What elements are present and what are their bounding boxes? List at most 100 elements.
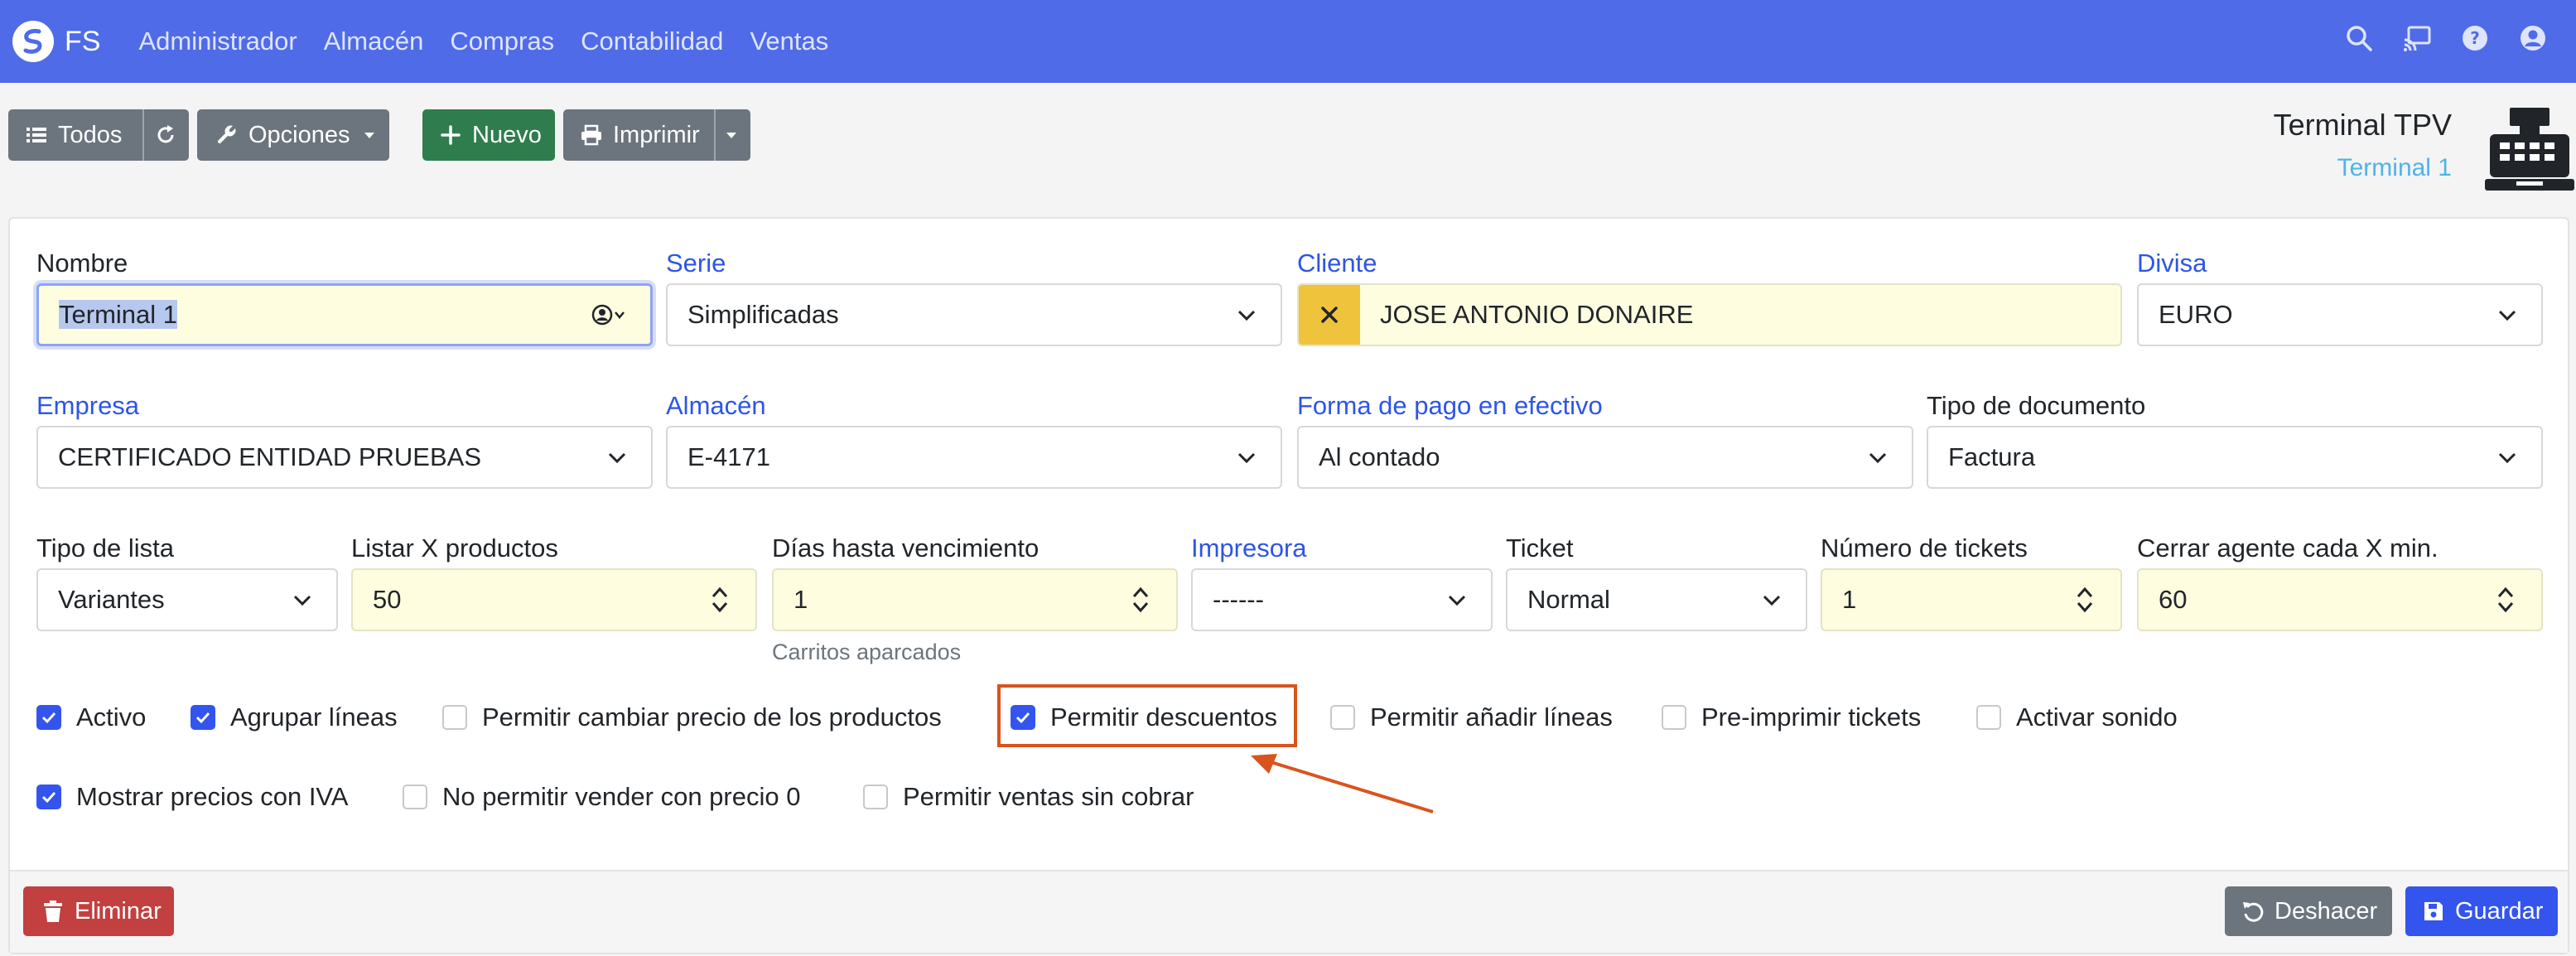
cliente-field[interactable]: JOSE ANTONIO DONAIRE [1297, 283, 2122, 346]
trash-icon [44, 900, 62, 922]
print-button[interactable]: Imprimir [563, 109, 750, 161]
tipo-documento-value: Factura [1948, 442, 2036, 471]
divisa-select[interactable]: EURO [2137, 283, 2543, 346]
delete-label: Eliminar [75, 897, 162, 925]
undo-button[interactable]: Deshacer [2225, 886, 2392, 936]
checkbox-unchecked[interactable] [863, 785, 888, 809]
permitir-ventas-sin-cobrar-checkbox[interactable]: Permitir ventas sin cobrar [863, 782, 1194, 812]
no-permitir-precio-cero-label: No permitir vender con precio 0 [442, 782, 801, 811]
checkbox-checked[interactable] [36, 785, 61, 809]
search-icon[interactable] [2341, 20, 2377, 56]
logo-icon [12, 21, 54, 62]
user-icon[interactable] [2515, 20, 2551, 56]
checkbox-unchecked[interactable] [1662, 705, 1686, 730]
checkbox-unchecked[interactable] [1976, 705, 2001, 730]
agrupar-lineas-label: Agrupar líneas [230, 703, 398, 731]
empresa-select[interactable]: CERTIFICADO ENTIDAD PRUEBAS [36, 426, 653, 489]
empresa-label[interactable]: Empresa [36, 391, 139, 421]
undo-icon [2243, 902, 2264, 922]
checkbox-checked[interactable] [191, 705, 215, 730]
cerrar-agente-input[interactable]: 60 [2137, 568, 2543, 631]
page-subtitle[interactable]: Terminal 1 [2337, 154, 2452, 182]
listar-productos-label: Listar X productos [351, 534, 558, 562]
new-button[interactable]: Nuevo [422, 109, 555, 161]
cast-icon[interactable] [2399, 20, 2435, 56]
menu-contabilidad[interactable]: Contabilidad [581, 27, 723, 56]
almacen-select[interactable]: E-4171 [666, 426, 1282, 489]
tipo-documento-select[interactable]: Factura [1927, 426, 2543, 489]
caret-down-icon [364, 133, 374, 138]
impresora-select[interactable]: ------ [1191, 568, 1493, 631]
autofill-contact-icon[interactable] [591, 302, 632, 327]
undo-label: Deshacer [2275, 897, 2378, 925]
dias-vencimiento-input[interactable]: 1 [772, 568, 1178, 631]
chevron-down-icon [1237, 452, 1256, 464]
main-menu: Administrador Almacén Compras Contabilid… [138, 27, 855, 56]
impresora-label[interactable]: Impresora [1191, 534, 1307, 563]
options-label: Opciones [248, 121, 350, 148]
checkbox-checked[interactable] [36, 705, 61, 730]
pre-imprimir-tickets-checkbox[interactable]: Pre-imprimir tickets [1662, 703, 1921, 732]
ticket-label: Ticket [1506, 534, 1574, 562]
permitir-cambiar-precio-label: Permitir cambiar precio de los productos [482, 703, 942, 731]
forma-pago-label[interactable]: Forma de pago en efectivo [1297, 391, 1603, 421]
annotation-arrow [1251, 754, 1434, 814]
ticket-select[interactable]: Normal [1506, 568, 1807, 631]
almacen-label[interactable]: Almacén [666, 391, 766, 421]
no-permitir-precio-cero-checkbox[interactable]: No permitir vender con precio 0 [403, 782, 800, 812]
form-footer [10, 870, 2568, 953]
serie-label[interactable]: Serie [666, 249, 726, 278]
divisa-label[interactable]: Divisa [2137, 249, 2207, 278]
nombre-input[interactable]: Terminal 1 [36, 283, 653, 346]
tipo-lista-select[interactable]: Variantes [36, 568, 338, 631]
checkbox-unchecked[interactable] [442, 705, 467, 730]
options-dropdown-button[interactable]: Opciones [197, 109, 389, 161]
brand-name: FS [65, 25, 101, 57]
activo-label: Activo [76, 703, 147, 731]
checkbox-unchecked[interactable] [403, 785, 427, 809]
impresora-value: ------ [1213, 585, 1264, 614]
agrupar-lineas-checkbox[interactable]: Agrupar líneas [191, 703, 398, 732]
check-icon [195, 712, 210, 724]
tipo-lista-label: Tipo de lista [36, 534, 174, 562]
activo-checkbox[interactable]: Activo [36, 703, 146, 732]
numero-tickets-value: 1 [1842, 585, 1857, 614]
listar-productos-input[interactable]: 50 [351, 568, 757, 631]
pre-imprimir-tickets-label: Pre-imprimir tickets [1701, 703, 1922, 731]
listar-productos-value: 50 [373, 585, 402, 614]
tipo-lista-value: Variantes [58, 585, 165, 614]
activar-sonido-checkbox[interactable]: Activar sonido [1976, 703, 2178, 732]
menu-compras[interactable]: Compras [450, 27, 554, 56]
save-button[interactable]: Guardar [2405, 886, 2558, 936]
spinner-icon[interactable] [709, 583, 731, 616]
dias-vencimiento-help: Carritos aparcados [772, 640, 962, 664]
forma-pago-select[interactable]: Al contado [1297, 426, 1913, 489]
mostrar-precios-iva-checkbox[interactable]: Mostrar precios con IVA [36, 782, 348, 812]
permitir-cambiar-precio-checkbox[interactable]: Permitir cambiar precio de los productos [442, 703, 942, 732]
cliente-value: JOSE ANTONIO DONAIRE [1380, 300, 1694, 329]
spinner-icon[interactable] [1130, 583, 1151, 616]
numero-tickets-input[interactable]: 1 [1821, 568, 2122, 631]
spinner-icon[interactable] [2074, 583, 2096, 616]
clear-cliente-button[interactable] [1299, 285, 1360, 345]
all-records-button[interactable]: Todos [8, 109, 189, 161]
print-label: Imprimir [613, 121, 700, 148]
menu-almacen[interactable]: Almacén [324, 27, 424, 56]
check-icon [41, 712, 56, 724]
menu-administrador[interactable]: Administrador [138, 27, 297, 56]
activar-sonido-label: Activar sonido [2016, 703, 2178, 731]
spinner-icon[interactable] [2495, 583, 2516, 616]
checkbox-unchecked[interactable] [1330, 705, 1355, 730]
ticket-value: Normal [1527, 585, 1610, 614]
help-icon[interactable]: ? [2457, 20, 2493, 56]
cliente-label[interactable]: Cliente [1297, 249, 1377, 278]
svg-text:?: ? [2470, 28, 2480, 48]
button-divider [714, 109, 716, 161]
menu-ventas[interactable]: Ventas [750, 27, 828, 56]
caret-down-icon[interactable] [724, 128, 739, 142]
permitir-anadir-lineas-checkbox[interactable]: Permitir añadir líneas [1330, 703, 1613, 732]
brand[interactable]: FS [12, 20, 100, 63]
delete-button[interactable]: Eliminar [23, 886, 174, 936]
refresh-icon[interactable] [154, 123, 177, 147]
serie-select[interactable]: Simplificadas [666, 283, 1282, 346]
